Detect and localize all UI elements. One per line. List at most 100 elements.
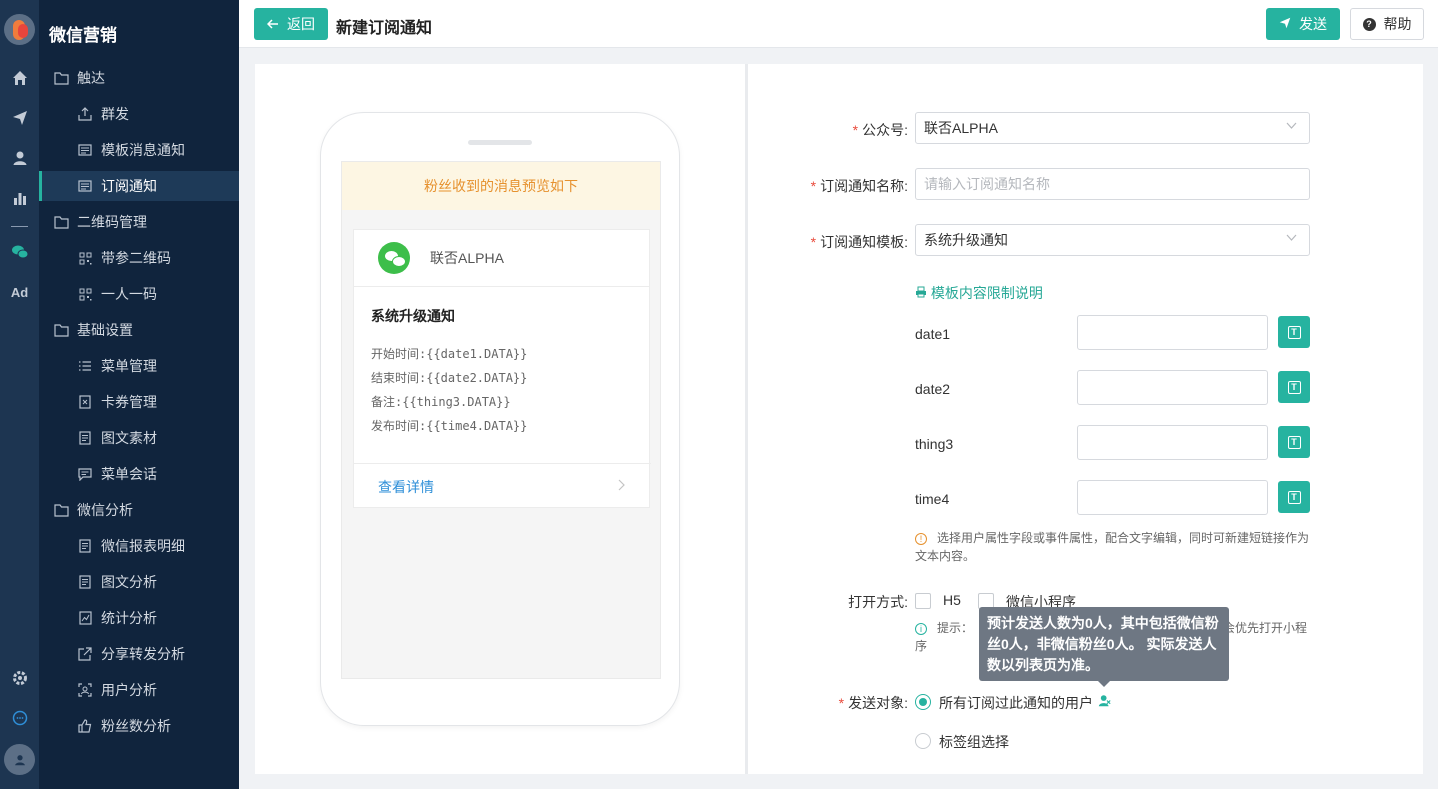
card-line: 开始时间:{{date1.DATA}} bbox=[371, 347, 528, 361]
sidebar-item-1[interactable]: 群发 bbox=[39, 99, 239, 129]
list-icon bbox=[77, 358, 93, 374]
template-rule-link[interactable]: 模板内容限制说明 bbox=[915, 283, 1043, 303]
logo-icon[interactable] bbox=[4, 14, 35, 45]
info-icon: i bbox=[915, 623, 927, 635]
sidebar-item-17[interactable]: 用户分析 bbox=[39, 675, 239, 705]
insert-field-button[interactable]: T bbox=[1278, 426, 1310, 458]
chevron-right-icon bbox=[618, 479, 625, 494]
send-button[interactable]: 发送 bbox=[1266, 8, 1340, 40]
target-all-label: 所有订阅过此通知的用户 bbox=[939, 695, 1093, 711]
template-value: 系统升级通知 bbox=[924, 232, 1008, 248]
sidebar-item-0[interactable]: 触达 bbox=[39, 63, 239, 93]
sidebar-item-13[interactable]: 微信报表明细 bbox=[39, 531, 239, 561]
text-icon: T bbox=[1287, 380, 1301, 394]
sidebar-item-label: 统计分析 bbox=[101, 610, 157, 626]
sidebar-item-2[interactable]: 模板消息通知 bbox=[39, 135, 239, 165]
ad-icon[interactable]: Ad bbox=[0, 280, 39, 304]
send-count-tooltip: 预计发送人数为0人，其中包括微信粉丝0人，非微信粉丝0人。 实际发送人数以列表页… bbox=[979, 607, 1229, 687]
phone-screen: 粉丝收到的消息预览如下 联否ALPHA 系统升级通知 开始时间:{{date1.… bbox=[341, 161, 661, 679]
folder-icon bbox=[53, 502, 69, 518]
user-count-icon[interactable] bbox=[1098, 694, 1111, 710]
sidebar-item-7[interactable]: 基础设置 bbox=[39, 315, 239, 345]
send-icon[interactable] bbox=[0, 106, 39, 130]
sidebar-item-16[interactable]: 分享转发分析 bbox=[39, 639, 239, 669]
account-select[interactable]: 联否ALPHA bbox=[915, 112, 1310, 144]
sidebar-item-5[interactable]: 带参二维码 bbox=[39, 243, 239, 273]
sidebar-item-12[interactable]: 微信分析 bbox=[39, 495, 239, 525]
send-label: 发送 bbox=[1299, 16, 1327, 32]
account-label: * 公众号: bbox=[852, 122, 908, 138]
insert-field-button[interactable]: T bbox=[1278, 371, 1310, 403]
card-body: 开始时间:{{date1.DATA}} 结束时间:{{date2.DATA}} … bbox=[371, 342, 527, 438]
var-input-time4[interactable] bbox=[1077, 480, 1268, 515]
sidebar-item-label: 订阅通知 bbox=[101, 178, 157, 194]
text-icon: T bbox=[1287, 325, 1301, 339]
h5-checkbox[interactable] bbox=[915, 593, 931, 609]
insert-field-button[interactable]: T bbox=[1278, 316, 1310, 348]
insert-field-button[interactable]: T bbox=[1278, 481, 1310, 513]
sidebar-item-10[interactable]: 图文素材 bbox=[39, 423, 239, 453]
chart-icon[interactable] bbox=[0, 186, 39, 210]
sidebar-item-label: 模板消息通知 bbox=[101, 142, 185, 158]
card-line: 结束时间:{{date2.DATA}} bbox=[371, 371, 528, 385]
sidebar-item-9[interactable]: 卡券管理 bbox=[39, 387, 239, 417]
sidebar-item-14[interactable]: 图文分析 bbox=[39, 567, 239, 597]
card-detail-link[interactable]: 查看详情 bbox=[354, 463, 651, 509]
name-label: * 订阅通知名称: bbox=[810, 178, 908, 194]
sidebar-item-label: 菜单会话 bbox=[101, 466, 157, 482]
chat-icon[interactable] bbox=[0, 706, 39, 730]
sidebar-item-4[interactable]: 二维码管理 bbox=[39, 207, 239, 237]
back-button[interactable]: 返回 bbox=[254, 8, 328, 40]
user-icon[interactable] bbox=[0, 146, 39, 170]
template-icon bbox=[77, 178, 93, 194]
target-tag-label: 标签组选择 bbox=[939, 734, 1009, 750]
sidebar-item-8[interactable]: 菜单管理 bbox=[39, 351, 239, 381]
preview-notice: 粉丝收到的消息预览如下 bbox=[342, 162, 660, 210]
sidebar-item-3[interactable]: 订阅通知 bbox=[39, 171, 239, 201]
gear-icon[interactable] bbox=[0, 666, 39, 690]
sidebar-item-label: 一人一码 bbox=[101, 286, 157, 302]
card-line: 备注:{{thing3.DATA}} bbox=[371, 395, 511, 409]
home-icon[interactable] bbox=[0, 66, 39, 90]
help-label: 帮助 bbox=[1383, 16, 1412, 32]
var-input-date2[interactable] bbox=[1077, 370, 1268, 405]
var-input-date1[interactable] bbox=[1077, 315, 1268, 350]
card-header: 联否ALPHA bbox=[354, 230, 649, 287]
sidebar-item-18[interactable]: 粉丝数分析 bbox=[39, 711, 239, 741]
name-input[interactable]: 请输入订阅通知名称 bbox=[915, 168, 1310, 200]
sidebar-item-11[interactable]: 菜单会话 bbox=[39, 459, 239, 489]
sidebar-item-label: 基础设置 bbox=[77, 322, 133, 338]
sidebar-item-15[interactable]: 统计分析 bbox=[39, 603, 239, 633]
document-icon bbox=[77, 574, 93, 590]
avatar[interactable] bbox=[4, 744, 35, 775]
target-all-radio[interactable] bbox=[915, 694, 931, 710]
icon-rail: Ad bbox=[0, 0, 39, 789]
sidebar-item-6[interactable]: 一人一码 bbox=[39, 279, 239, 309]
target-tag-radio[interactable] bbox=[915, 733, 931, 749]
account-value: 联否ALPHA bbox=[924, 120, 998, 136]
var-hint: ! 选择用户属性字段或事件属性，配合文字编辑，同时可新建短链接作为文本内容。 bbox=[915, 531, 1310, 563]
chevron-down-icon bbox=[1286, 233, 1297, 244]
card-title: 系统升级通知 bbox=[371, 308, 455, 324]
info-icon: ! bbox=[915, 533, 927, 545]
preview-panel: 粉丝收到的消息预览如下 联否ALPHA 系统升级通知 开始时间:{{date1.… bbox=[255, 64, 745, 774]
card-line: 发布时间:{{time4.DATA}} bbox=[371, 419, 528, 433]
template-select[interactable]: 系统升级通知 bbox=[915, 224, 1310, 256]
sidebar-item-label: 分享转发分析 bbox=[101, 646, 185, 662]
var-input-thing3[interactable] bbox=[1077, 425, 1268, 460]
help-button[interactable]: ? 帮助 bbox=[1350, 8, 1424, 40]
wechat-icon[interactable] bbox=[0, 240, 39, 264]
page-title: 新建订阅通知 bbox=[336, 20, 433, 37]
stats-icon bbox=[77, 610, 93, 626]
var-label-date2: date2 bbox=[915, 381, 951, 397]
app-name: 微信营销 bbox=[49, 26, 117, 45]
qrcode-icon bbox=[77, 250, 93, 266]
sidebar-item-label: 二维码管理 bbox=[77, 214, 147, 230]
share-icon bbox=[77, 646, 93, 662]
text-icon: T bbox=[1287, 435, 1301, 449]
sidebar-item-label: 卡券管理 bbox=[101, 394, 157, 410]
chevron-down-icon bbox=[1286, 121, 1297, 132]
template-icon bbox=[77, 142, 93, 158]
detail-link-label: 查看详情 bbox=[378, 478, 434, 495]
document-icon bbox=[77, 538, 93, 554]
